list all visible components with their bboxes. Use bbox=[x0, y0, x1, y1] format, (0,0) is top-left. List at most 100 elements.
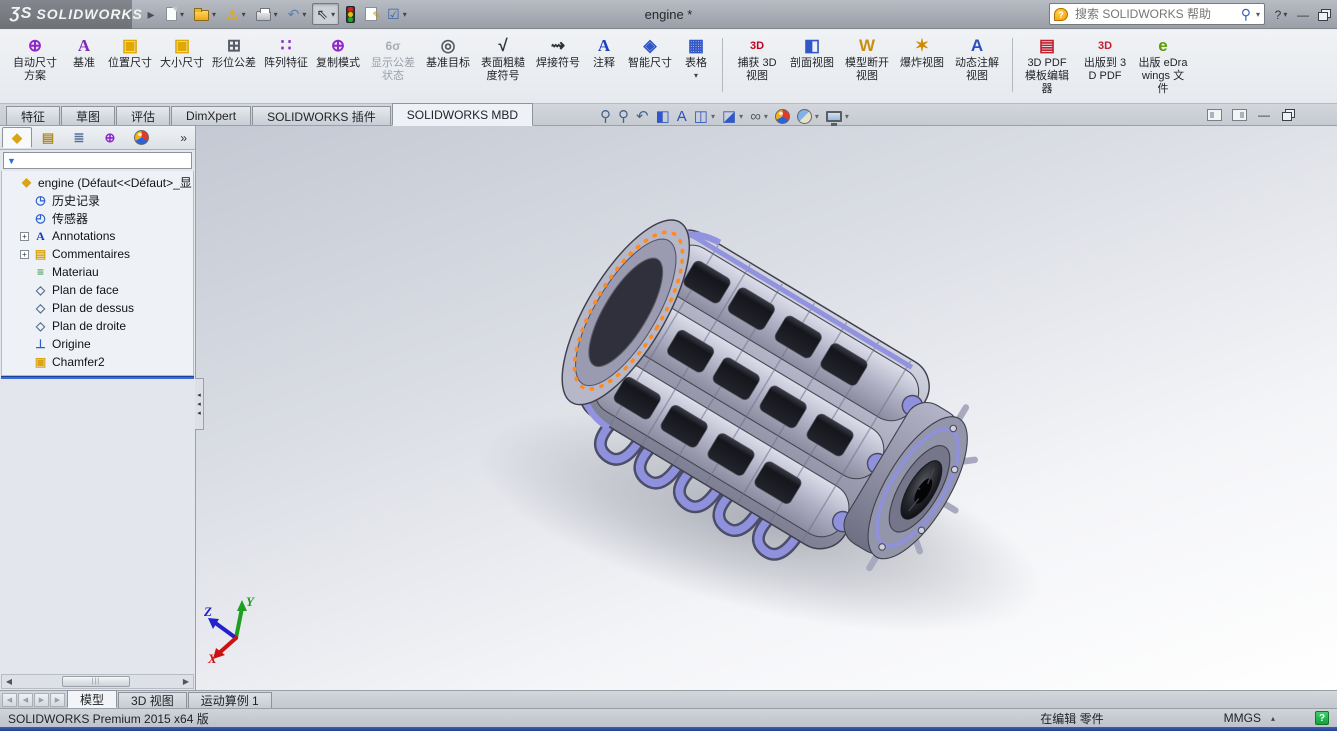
headsup-button[interactable]: ∞ bbox=[750, 108, 768, 125]
sheet-nav-button[interactable]: ◀ bbox=[18, 693, 33, 707]
panel-splitter-handle[interactable] bbox=[195, 378, 204, 430]
ribbon-button[interactable]: ⇝ 焊接符号 bbox=[532, 32, 584, 100]
quick-access-button[interactable]: ☑ bbox=[383, 3, 411, 25]
select-cursor-icon: ⇖ bbox=[316, 6, 328, 22]
window-button[interactable]: — bbox=[1295, 5, 1311, 25]
command-tab[interactable]: DimXpert bbox=[171, 106, 251, 125]
document-window-button[interactable] bbox=[1231, 107, 1247, 123]
document-window-button[interactable] bbox=[1281, 107, 1297, 123]
sheet-tab[interactable]: 3D 视图 bbox=[118, 692, 187, 708]
feature-tree-item[interactable]: ◇ Plan de face bbox=[4, 281, 193, 299]
triad-x-label: X bbox=[207, 651, 217, 664]
headsup-button[interactable] bbox=[797, 109, 819, 124]
headsup-button[interactable]: A bbox=[677, 108, 687, 125]
feature-tree-item[interactable]: ▤ Commentaires bbox=[4, 245, 193, 263]
ribbon-button[interactable]: √ 表面粗糙度符号 bbox=[474, 32, 532, 100]
quick-access-button[interactable]: ▸ bbox=[142, 3, 160, 25]
panel-tab[interactable]: ▤ bbox=[33, 127, 63, 148]
command-tab[interactable]: 特征 bbox=[6, 106, 60, 125]
quick-access-button[interactable]: ⇖ bbox=[312, 3, 339, 25]
ribbon-button[interactable]: 3D 出版到 3D PDF bbox=[1076, 32, 1134, 100]
scroll-right-icon[interactable]: ▶ bbox=[179, 677, 193, 686]
quick-access-button[interactable] bbox=[341, 3, 359, 26]
command-tab[interactable]: 评估 bbox=[116, 106, 170, 125]
ribbon-button[interactable]: ◈ 智能尺寸 bbox=[624, 32, 676, 100]
ribbon-button[interactable]: ▣ 大小尺寸 bbox=[156, 32, 208, 100]
panel-tab[interactable] bbox=[126, 127, 156, 148]
ribbon-button[interactable]: ◎ 基准目标 bbox=[422, 32, 474, 100]
quick-access-button[interactable] bbox=[190, 5, 220, 24]
ribbon-button[interactable]: ▦ 表格 bbox=[676, 32, 716, 100]
quick-access-button[interactable] bbox=[162, 4, 188, 24]
panel-horizontal-scrollbar[interactable]: ◀ ||| ▶ bbox=[1, 674, 194, 689]
headsup-button[interactable]: ◧ bbox=[656, 107, 670, 125]
ribbon-button[interactable]: 6σ 显示公差状态 bbox=[364, 32, 422, 100]
tree-expander-icon[interactable] bbox=[20, 232, 29, 241]
ribbon-button[interactable]: ▣ 位置尺寸 bbox=[104, 32, 156, 100]
search-icon[interactable]: ⚲ bbox=[1241, 6, 1251, 23]
search-dropdown-icon[interactable]: ▾ bbox=[1256, 10, 1260, 19]
quick-access-button[interactable] bbox=[252, 4, 282, 24]
search-box[interactable]: ⚲ ▾ bbox=[1049, 3, 1265, 25]
panel-overflow-chevron[interactable]: » bbox=[180, 131, 193, 145]
sheet-nav-button[interactable]: ◀ bbox=[2, 693, 17, 707]
feature-tree-item[interactable]: ◷ 历史记录 bbox=[4, 191, 193, 209]
tree-filter-input[interactable]: ▼ bbox=[3, 152, 192, 169]
ribbon-button[interactable]: A 基准 bbox=[64, 32, 104, 100]
logo-text: SOLIDWORKS bbox=[36, 6, 142, 22]
ribbon-button[interactable]: W 模型断开视图 bbox=[838, 32, 896, 100]
panel-tab[interactable]: ⊕ bbox=[95, 127, 125, 148]
scroll-left-icon[interactable]: ◀ bbox=[2, 677, 16, 686]
sheet-nav-button[interactable]: ▶ bbox=[50, 693, 65, 707]
command-tab[interactable]: 草图 bbox=[61, 106, 115, 125]
units-dropdown[interactable]: MMGS bbox=[1224, 711, 1275, 725]
sheet-tab[interactable]: 运动算例 1 bbox=[188, 692, 272, 708]
feature-tree-item[interactable]: ⊥ Origine bbox=[4, 335, 193, 353]
sheet-nav-button[interactable]: ▶ bbox=[34, 693, 49, 707]
feature-tree-item[interactable]: ◆ engine (Défaut<<Défaut>_显 bbox=[4, 173, 193, 191]
feature-tree-item[interactable]: ≡ Materiau bbox=[4, 263, 193, 281]
ribbon-button[interactable]: ▤ 3D PDF 模板编辑器 bbox=[1018, 32, 1076, 100]
feature-tree-item[interactable]: ▣ Chamfer2 bbox=[4, 353, 193, 371]
ribbon-button[interactable]: A 注释 bbox=[584, 32, 624, 100]
headsup-button[interactable]: ⚲ bbox=[600, 107, 611, 125]
panel-tab[interactable]: ≣ bbox=[64, 127, 94, 148]
headsup-button[interactable]: ⚲ bbox=[618, 107, 629, 125]
command-tab[interactable]: SOLIDWORKS MBD bbox=[392, 103, 533, 126]
zoom-area-icon: ⚲ bbox=[618, 107, 629, 125]
ribbon-button[interactable]: ⊕ 自动尺寸方案 bbox=[6, 32, 64, 100]
scrollbar-thumb[interactable]: ||| bbox=[62, 676, 130, 687]
quick-access-button[interactable]: ↶ bbox=[284, 3, 311, 25]
ribbon-button[interactable]: ⊕ 复制模式 bbox=[312, 32, 364, 100]
ribbon-button[interactable]: e 出版 eDrawings 文件 bbox=[1134, 32, 1192, 100]
ribbon-button[interactable]: A 动态注解视图 bbox=[948, 32, 1006, 100]
feature-tree-item[interactable]: ◴ 传感器 bbox=[4, 209, 193, 227]
document-window-button[interactable] bbox=[1206, 107, 1222, 123]
feature-tree-item[interactable]: ◇ Plan de droite bbox=[4, 317, 193, 335]
ribbon-button[interactable]: ◧ 剖面视图 bbox=[786, 32, 838, 100]
quick-access-button[interactable]: ⚠ bbox=[222, 3, 250, 25]
panel-tab[interactable]: ◆ bbox=[2, 127, 32, 148]
headsup-button[interactable]: ↶ bbox=[636, 107, 649, 125]
ribbon-button[interactable]: ⊞ 形位公差 bbox=[208, 32, 260, 100]
model-canvas[interactable] bbox=[196, 126, 1337, 690]
status-help-icon[interactable] bbox=[1315, 711, 1329, 725]
feature-tree-item[interactable]: ◇ Plan de dessus bbox=[4, 299, 193, 317]
window-button[interactable]: ? bbox=[1273, 5, 1289, 25]
quick-access-button[interactable] bbox=[361, 4, 381, 24]
ribbon-button[interactable]: 3D 捕获 3D 视图 bbox=[728, 32, 786, 100]
headsup-button[interactable] bbox=[826, 110, 849, 122]
ribbon-button[interactable]: ✶ 爆炸视图 bbox=[896, 32, 948, 100]
document-window-button[interactable]: — bbox=[1256, 107, 1272, 123]
search-input[interactable] bbox=[1073, 6, 1236, 22]
graphics-viewport[interactable]: Z Y X bbox=[196, 126, 1337, 690]
feature-tree-item[interactable]: A Annotations bbox=[4, 227, 193, 245]
headsup-button[interactable]: ◪ bbox=[722, 107, 743, 125]
headsup-button[interactable]: ◫ bbox=[694, 107, 715, 125]
tree-expander-icon[interactable] bbox=[20, 250, 29, 259]
ribbon-button[interactable]: ∷ 阵列特征 bbox=[260, 32, 312, 100]
command-tab[interactable]: SOLIDWORKS 插件 bbox=[252, 106, 391, 125]
window-button[interactable] bbox=[1317, 5, 1333, 25]
sheet-tab[interactable]: 模型 bbox=[67, 690, 117, 708]
headsup-button[interactable] bbox=[775, 109, 790, 124]
